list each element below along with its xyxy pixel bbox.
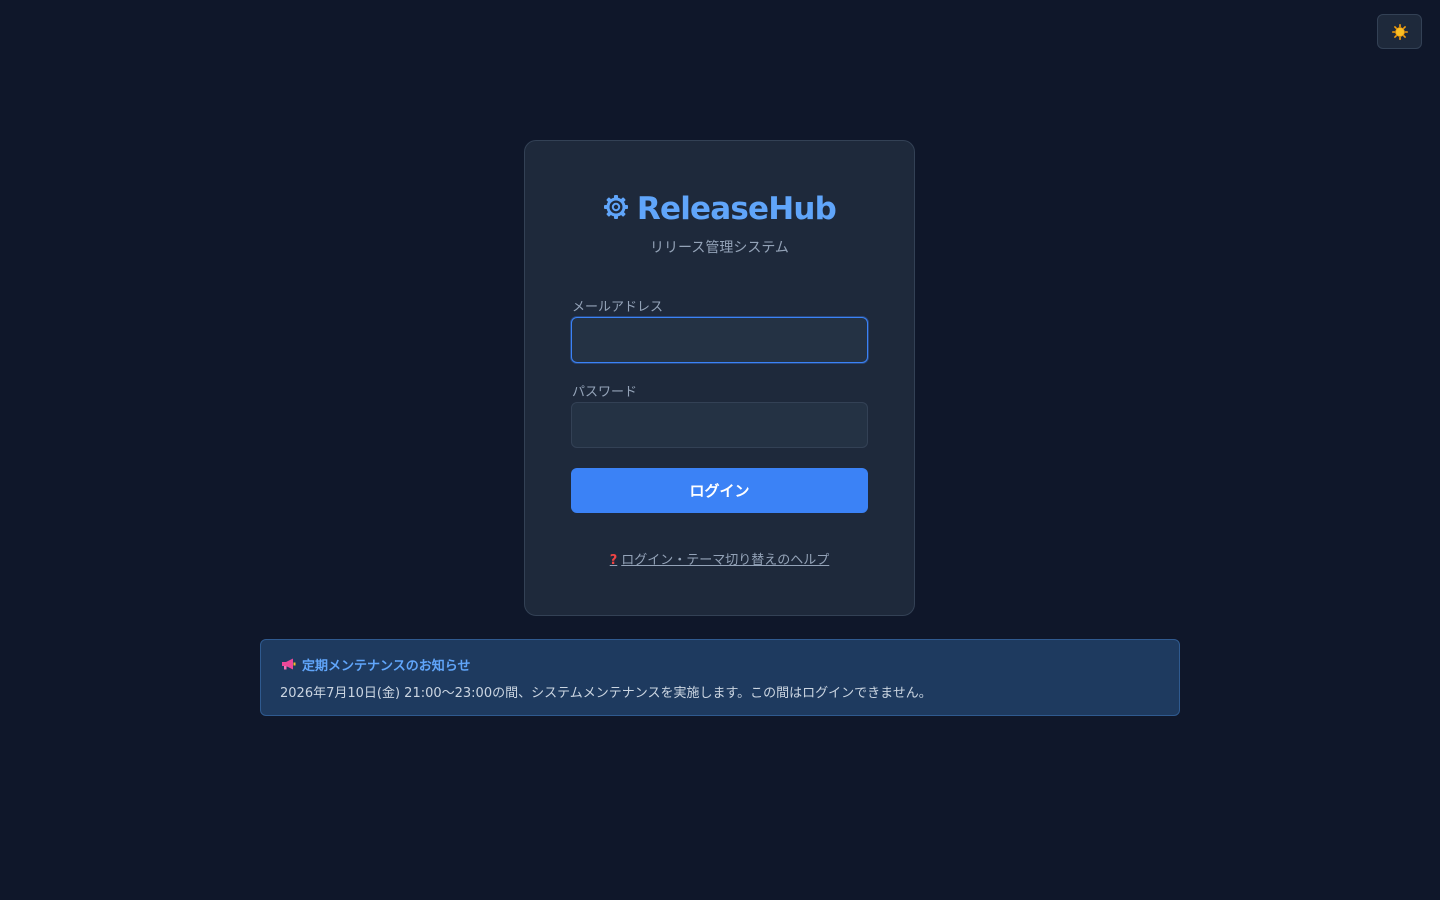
login-button[interactable]: ログイン — [571, 468, 868, 513]
megaphone-icon — [281, 655, 296, 674]
email-field[interactable] — [571, 317, 868, 363]
sun-icon — [1391, 23, 1408, 40]
theme-toggle-button[interactable] — [1377, 14, 1422, 49]
notice-header: 定期メンテナンスのお知らせ — [281, 655, 470, 674]
brand-title: ReleaseHub — [636, 191, 837, 227]
gear-icon — [603, 194, 629, 224]
notice-title: 定期メンテナンスのお知らせ — [302, 659, 471, 674]
help-link[interactable]: ? ログイン・テーマ切り替えのヘルプ — [610, 553, 830, 568]
login-card: ReleaseHub リリース管理システム メールアドレス パスワード ログイン… — [524, 140, 915, 616]
brand: ReleaseHub — [525, 191, 914, 227]
password-label: パスワード — [572, 385, 638, 400]
question-icon: ? — [609, 553, 618, 568]
login-page: ReleaseHub リリース管理システム メールアドレス パスワード ログイン… — [0, 0, 1440, 900]
maintenance-notice: 定期メンテナンスのお知らせ 2026年7月10日(金) 21:00〜23:00の… — [260, 639, 1180, 716]
help-link-row: ? ログイン・テーマ切り替えのヘルプ — [525, 549, 914, 568]
password-field[interactable] — [571, 402, 868, 448]
help-link-label: ログイン・テーマ切り替えのヘルプ — [621, 553, 830, 568]
email-label: メールアドレス — [572, 300, 664, 315]
notice-body: 2026年7月10日(金) 21:00〜23:00の間、システムメンテナンスを実… — [280, 686, 932, 701]
app-subtitle: リリース管理システム — [650, 240, 789, 256]
